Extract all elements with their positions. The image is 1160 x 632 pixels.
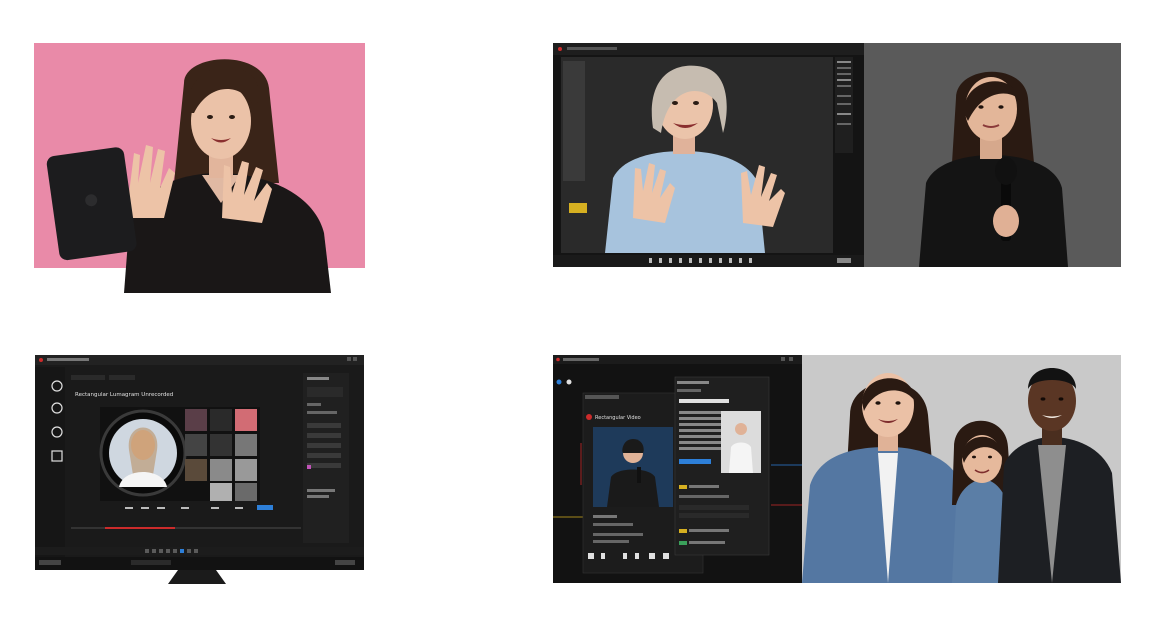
software-title: Rectangular Video <box>595 415 641 421</box>
photo-woman-tablet-pink <box>34 43 365 293</box>
editor-title: Rectangular Lumagram Unrecorded <box>75 392 173 398</box>
three-people-illustration <box>802 355 1121 583</box>
video-call-illustration <box>553 43 864 267</box>
video-editor-illustration: Rectangular Lumagram Unrecorded <box>35 355 364 570</box>
woman-tablet-illustration <box>34 43 365 293</box>
photo-woman-microphone <box>864 43 1121 267</box>
woman-microphone-illustration <box>864 43 1121 267</box>
photo-three-people <box>802 355 1121 583</box>
software-screen: Rectangular Video <box>553 355 802 583</box>
monitor-stand <box>168 570 226 584</box>
monitor-video-editor: Rectangular Lumagram Unrecorded <box>35 355 364 570</box>
software-screen-illustration: Rectangular Video <box>553 355 802 583</box>
monitor-stand-shape <box>168 570 226 584</box>
video-call-window <box>553 43 864 267</box>
